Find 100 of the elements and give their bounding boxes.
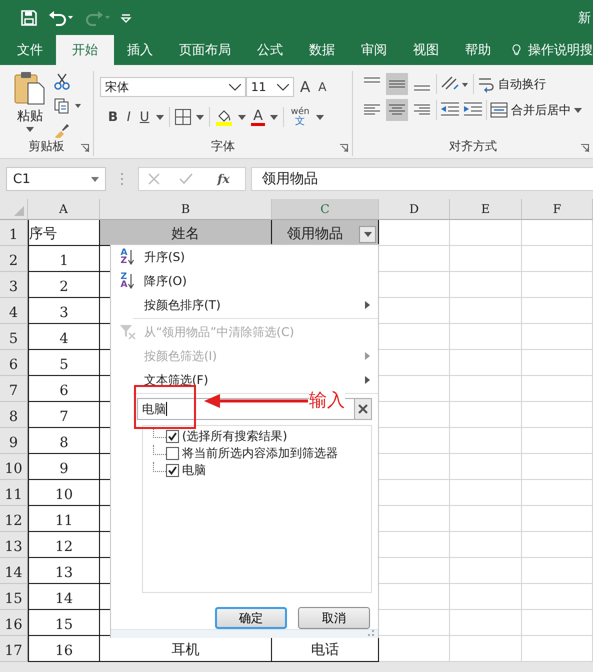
list-item-label[interactable]: 将当前所选内容添加到筛选器 xyxy=(182,445,338,462)
row-header[interactable]: 5 xyxy=(0,324,28,350)
formula-field[interactable]: 领用物品 xyxy=(251,167,593,191)
checkbox[interactable] xyxy=(166,430,179,443)
align-middle-icon[interactable] xyxy=(386,73,408,95)
row-header[interactable]: 11 xyxy=(0,480,28,506)
clear-filter-icon xyxy=(118,324,136,340)
menu-item[interactable]: 升序(S) xyxy=(144,248,185,266)
row-header[interactable]: 7 xyxy=(0,376,28,402)
row-header[interactable]: 2 xyxy=(0,246,28,272)
format-painter-icon[interactable] xyxy=(54,122,70,138)
resize-grip-icon[interactable] xyxy=(368,630,374,636)
caret-icon[interactable] xyxy=(574,108,582,112)
row-header[interactable]: 3 xyxy=(0,272,28,298)
ribbon-tab[interactable]: 审阅 xyxy=(348,35,400,65)
caret-icon[interactable] xyxy=(270,114,278,120)
copy-icon[interactable] xyxy=(54,98,82,114)
dialog-button[interactable]: 取消 xyxy=(298,607,370,629)
dialog-launcher-icon[interactable] xyxy=(81,144,89,152)
wrap-text-button[interactable]: 自动换行 xyxy=(498,76,546,92)
caret-icon[interactable] xyxy=(316,114,324,120)
row-header[interactable]: 16 xyxy=(0,610,28,636)
row-header[interactable]: 12 xyxy=(0,506,28,532)
undo-icon[interactable] xyxy=(48,8,74,26)
ribbon-tab[interactable]: 插入 xyxy=(114,35,166,65)
row-header[interactable]: 15 xyxy=(0,584,28,610)
row-header[interactable]: 6 xyxy=(0,350,28,376)
save-icon[interactable] xyxy=(20,8,38,26)
ribbon-tab[interactable]: 公式 xyxy=(244,35,296,65)
table-cell xyxy=(450,428,522,454)
window-title: 新 xyxy=(578,10,592,26)
dialog-button[interactable]: 确定 xyxy=(215,607,287,629)
check-icon[interactable] xyxy=(178,173,193,185)
menu-item[interactable]: 按颜色排序(T) xyxy=(144,296,221,314)
row-header[interactable]: 9 xyxy=(0,428,28,454)
dialog-launcher-icon[interactable] xyxy=(581,144,589,152)
row-header[interactable]: 13 xyxy=(0,532,28,558)
table-cell xyxy=(522,584,593,610)
row-header[interactable]: 1 xyxy=(0,220,28,246)
column-header[interactable]: D xyxy=(379,199,450,220)
column-header[interactable]: A xyxy=(28,199,100,220)
checkbox[interactable] xyxy=(166,464,179,477)
customize-icon[interactable] xyxy=(120,12,132,24)
clear-search-button[interactable] xyxy=(355,398,372,420)
caret-icon[interactable] xyxy=(26,127,34,132)
table-cell xyxy=(522,324,593,350)
paste-icon[interactable] xyxy=(14,71,46,105)
list-item-label[interactable]: (选择所有搜索结果) xyxy=(182,428,288,445)
merge-center-button[interactable]: 合并后居中 xyxy=(511,102,571,118)
ribbon-tab[interactable]: 文件 xyxy=(4,35,56,65)
grow-font-button[interactable]: A xyxy=(298,78,312,96)
ribbon-tab[interactable]: 帮助 xyxy=(452,35,504,65)
italic-button[interactable]: I xyxy=(124,110,133,124)
shrink-font-button[interactable]: A xyxy=(316,80,328,94)
table-cell: 3 xyxy=(28,298,100,324)
table-cell xyxy=(522,298,593,324)
name-box[interactable]: C1 xyxy=(6,167,106,191)
insert-function-button[interactable]: fx xyxy=(211,171,236,187)
bold-button[interactable]: B xyxy=(106,110,120,124)
dialog-launcher-icon[interactable] xyxy=(340,144,348,152)
table-cell: 12 xyxy=(28,532,100,558)
font-color-button[interactable]: A xyxy=(251,108,265,126)
checkbox[interactable] xyxy=(166,447,179,460)
table-cell xyxy=(450,246,522,272)
row-header[interactable]: 4 xyxy=(0,298,28,324)
paste-button[interactable]: 粘贴 xyxy=(17,107,43,125)
column-header[interactable]: B xyxy=(100,199,272,220)
ribbon-tab[interactable]: 开始 xyxy=(56,35,114,65)
phonetic-button[interactable]: wén 文 xyxy=(288,107,312,127)
caret-icon[interactable] xyxy=(156,114,164,120)
column-header[interactable]: F xyxy=(522,199,593,220)
table-cell: 2 xyxy=(28,272,100,298)
scissors-icon[interactable] xyxy=(54,73,70,90)
fill-color-icon[interactable] xyxy=(215,108,234,126)
font-size-dropdown[interactable]: 11 xyxy=(246,77,294,97)
font-name-dropdown[interactable]: 宋体 xyxy=(100,77,246,97)
table-cell xyxy=(522,610,593,636)
filter-dropdown-button[interactable] xyxy=(359,226,376,243)
caret-icon[interactable] xyxy=(196,114,204,120)
table-cell xyxy=(450,220,522,246)
row-header[interactable]: 14 xyxy=(0,558,28,584)
row-header[interactable]: 8 xyxy=(0,402,28,428)
column-header[interactable]: E xyxy=(450,199,522,220)
align-center-icon[interactable] xyxy=(386,99,408,121)
row-header[interactable]: 17 xyxy=(0,636,28,662)
table-cell xyxy=(522,402,593,428)
list-item-label[interactable]: 电脑 xyxy=(182,462,206,479)
borders-icon[interactable] xyxy=(175,109,192,125)
row-header[interactable]: 10 xyxy=(0,454,28,480)
ribbon-tab[interactable]: 视图 xyxy=(400,35,452,65)
column-header[interactable]: C xyxy=(272,199,379,220)
tell-me-search[interactable]: 操作说明搜 xyxy=(528,41,593,59)
merge-center-icon[interactable] xyxy=(490,101,508,119)
ribbon-tab[interactable]: 页面布局 xyxy=(166,35,244,65)
caret-icon[interactable] xyxy=(238,114,246,120)
ribbon-tab[interactable]: 数据 xyxy=(296,35,348,65)
underline-button[interactable]: U xyxy=(138,110,152,124)
table-cell: 5 xyxy=(28,350,100,376)
group-label: 字体 xyxy=(211,139,235,153)
menu-item[interactable]: 降序(O) xyxy=(144,272,187,290)
